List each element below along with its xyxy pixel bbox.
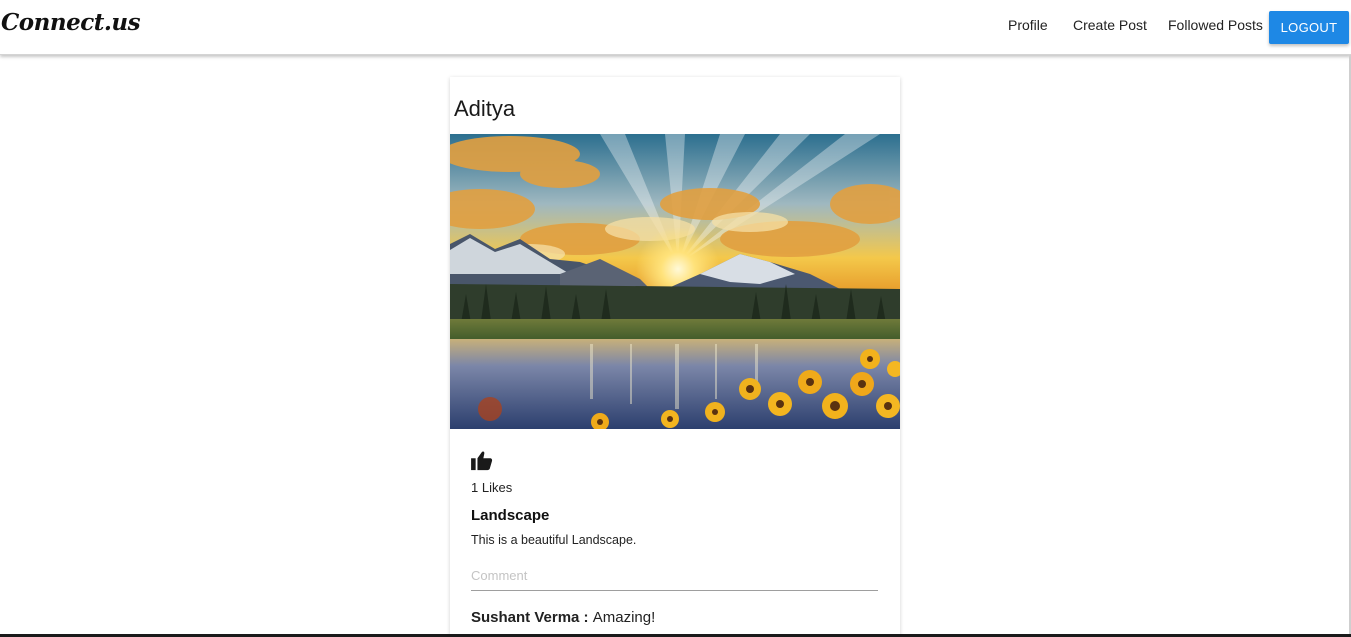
post-title: Landscape xyxy=(471,507,550,524)
nav-create-post-link[interactable]: Create Post xyxy=(1073,17,1147,33)
comment-author: Sushant Verma xyxy=(471,609,580,626)
thumbs-up-icon[interactable] xyxy=(471,451,493,471)
nav-profile-link[interactable]: Profile xyxy=(1008,17,1048,33)
comment-item: Sushant Verma : Amazing! xyxy=(471,609,655,626)
post-image xyxy=(450,134,900,429)
nav-followed-posts-link[interactable]: Followed Posts xyxy=(1168,17,1263,33)
comment-input[interactable] xyxy=(471,560,878,591)
top-navbar: Connect.us Profile Create Post Followed … xyxy=(0,0,1351,55)
comment-text: Amazing! xyxy=(592,609,656,626)
post-body: This is a beautiful Landscape. xyxy=(471,533,637,547)
logout-button[interactable]: LOGOUT xyxy=(1269,11,1349,44)
post-author[interactable]: Aditya xyxy=(454,96,515,122)
landscape-photo xyxy=(450,134,900,429)
post-card: Aditya 1 Likes Landscape This is a beaut… xyxy=(450,77,900,637)
likes-count: 1 Likes xyxy=(471,480,513,495)
comment-separator: : xyxy=(579,609,593,626)
brand-logo[interactable]: Connect.us xyxy=(1,9,141,36)
